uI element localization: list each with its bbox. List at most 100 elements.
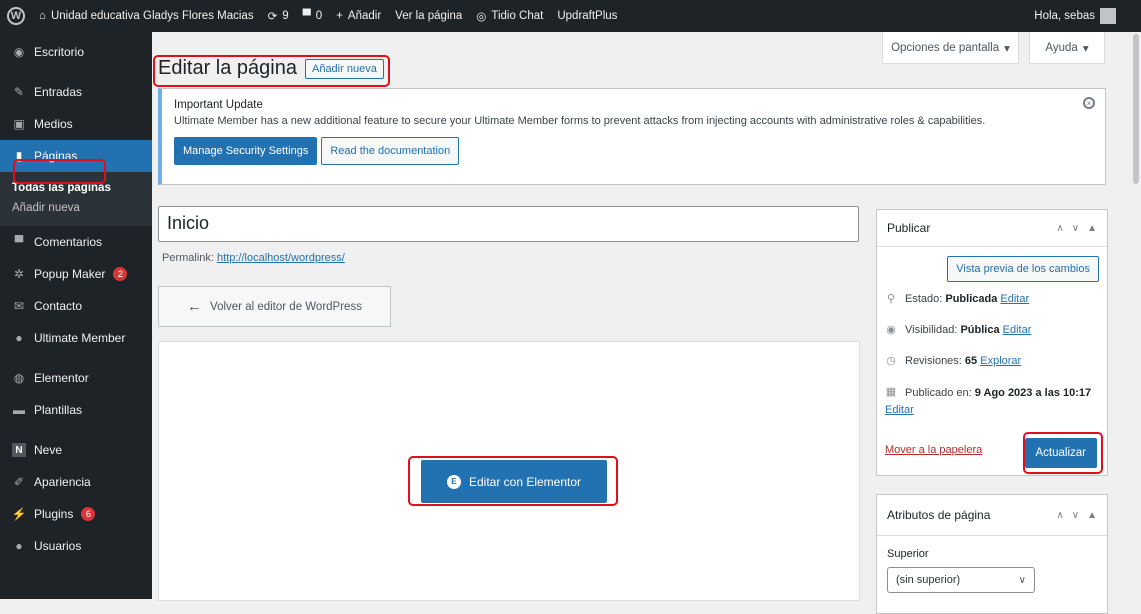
chevron-up-icon[interactable]: ∧ (1056, 510, 1063, 521)
popup-icon: ✲ (13, 267, 25, 281)
users-icon: ● (15, 539, 23, 553)
add-new-menu[interactable]: + Añadir (329, 0, 388, 32)
screen-options-button[interactable]: Opciones de pantalla ▾ (882, 32, 1019, 64)
published-label: Publicado en: (905, 387, 972, 399)
sidebar-item-label: Elementor (34, 371, 89, 385)
media-icon: ▣ (13, 117, 25, 131)
sidebar-item-media[interactable]: ▣ Medios (0, 108, 152, 140)
wp-logo-menu[interactable]: W (0, 0, 32, 32)
calendar-icon: ▦ (885, 386, 897, 398)
sidebar-item-neve[interactable]: N Neve (0, 434, 152, 466)
page-scrollbar[interactable] (1131, 32, 1141, 599)
updraftplus-link[interactable]: UpdraftPlus (550, 0, 624, 32)
add-new-label: Añadir (347, 10, 382, 22)
refresh-icon: ⟳ (267, 11, 278, 23)
plus-icon: + (336, 10, 343, 22)
editor-area: E Editar con Elementor (158, 341, 860, 601)
sidebar-item-ultimate-member[interactable]: ● Ultimate Member (0, 322, 152, 354)
status-value: Publicada (945, 292, 998, 305)
sidebar-item-plugins[interactable]: ⚡ Plugins 6 (0, 498, 152, 530)
triangle-up-icon[interactable]: ▲ (1087, 510, 1097, 521)
edit-visibility-link[interactable]: Editar (1003, 324, 1032, 336)
sidebar-item-label: Popup Maker (34, 267, 106, 281)
screen-options-label: Opciones de pantalla (891, 41, 1000, 54)
site-name-label: Unidad educativa Gladys Flores Macias (50, 10, 254, 22)
dismiss-notice-icon[interactable]: × (1083, 97, 1095, 109)
updates-count: 9 (282, 10, 289, 22)
explore-revisions-link[interactable]: Explorar (980, 355, 1021, 367)
visibility-label: Visibilidad: (905, 323, 958, 336)
permalink-url-link[interactable]: http://localhost/wordpress/ (217, 252, 345, 264)
neve-icon: N (12, 443, 26, 457)
sidebar-item-appearance[interactable]: ✐ Apariencia (0, 466, 152, 498)
update-button[interactable]: Actualizar (1024, 438, 1097, 468)
preview-changes-button[interactable]: Vista previa de los cambios (947, 256, 1099, 282)
edit-with-elementor-button[interactable]: E Editar con Elementor (421, 460, 607, 503)
permalink: Permalink: http://localhost/wordpress/ (162, 252, 345, 264)
admin-sidebar: ◉ Escritorio ✎ Entradas ▣ Medios ▮ Páginas T… (0, 32, 152, 599)
sidebar-item-posts[interactable]: ✎ Entradas (0, 76, 152, 108)
eye-icon: ◉ (886, 324, 896, 336)
publish-box-header[interactable]: Publicar ∧ ∨ ▲ (877, 210, 1107, 247)
clock-icon: ◷ (886, 355, 896, 367)
scrollbar-thumb[interactable] (1133, 34, 1139, 184)
revisions-label: Revisiones: (905, 354, 962, 367)
page-title-row: Editar la página Añadir nueva (158, 57, 384, 80)
sidebar-item-pages[interactable]: ▮ Páginas (0, 140, 152, 172)
tidio-chat-link[interactable]: ◎ Tidio Chat (469, 0, 550, 32)
page-attributes-box: Atributos de página ∧ ∨ ▲ Superior (sin su… (876, 494, 1108, 614)
notice-text: Ultimate Member has a new additional fea… (174, 115, 986, 127)
submenu-add-new[interactable]: Añadir nueva (0, 198, 152, 218)
parent-page-select[interactable]: (sin superior) ∨ (887, 567, 1035, 593)
sidebar-item-label: Entradas (34, 85, 83, 99)
page-title: Editar la página (158, 57, 297, 79)
sidebar-item-elementor[interactable]: ◍ Elementor (0, 362, 152, 394)
page-title-input[interactable]: Inicio (158, 206, 859, 242)
edit-date-link[interactable]: Editar (885, 404, 914, 416)
chevron-down-icon[interactable]: ∨ (1072, 223, 1079, 234)
status-label: Estado: (905, 292, 943, 305)
move-to-trash-link[interactable]: Mover a la papelera (885, 444, 982, 456)
sidebar-item-users[interactable]: ● Usuarios (0, 530, 152, 562)
comments-link[interactable]: ▀ 0 (296, 0, 330, 32)
notice-title: Important Update (174, 99, 263, 111)
chevron-down-icon: ∨ (1018, 574, 1026, 586)
help-button[interactable]: Ayuda ▾ (1029, 32, 1105, 64)
comment-icon: ▀ (302, 10, 311, 22)
sidebar-item-label: Contacto (34, 299, 83, 313)
add-new-page-button[interactable]: Añadir nueva (304, 58, 384, 79)
chevron-up-icon[interactable]: ∧ (1056, 223, 1063, 234)
parent-label: Superior (887, 548, 929, 560)
sidebar-item-comments[interactable]: ▀ Comentarios (0, 226, 152, 258)
sidebar-item-label: Plugins (34, 507, 74, 521)
sidebar-item-label: Escritorio (34, 45, 85, 59)
updraftplus-label: UpdraftPlus (557, 10, 618, 22)
manage-security-settings-button[interactable]: Manage Security Settings (174, 137, 318, 165)
main-content: Opciones de pantalla ▾ Ayuda ▾ Editar la p… (152, 32, 1141, 614)
sidebar-item-label: Plantillas (34, 403, 83, 417)
publish-box: Publicar ∧ ∨ ▲ Vista previa de los cambios… (876, 209, 1108, 476)
important-update-notice: Important Update Ultimate Member has a n… (158, 88, 1106, 185)
sidebar-item-dashboard[interactable]: ◉ Escritorio (0, 36, 152, 68)
view-page-link[interactable]: Ver la página (388, 0, 469, 32)
back-to-wordpress-editor-button[interactable]: ← Volver al editor de WordPress (158, 286, 391, 327)
folder-icon: ▬ (13, 403, 25, 417)
chevron-down-icon[interactable]: ∨ (1072, 510, 1079, 521)
sidebar-item-contact[interactable]: ✉ Contacto (0, 290, 152, 322)
pin-icon: ✎ (13, 85, 25, 99)
sidebar-item-label: Páginas (34, 149, 78, 163)
sidebar-item-popup-maker[interactable]: ✲ Popup Maker 2 (0, 258, 152, 290)
wordpress-icon: W (7, 7, 25, 25)
read-documentation-button[interactable]: Read the documentation (321, 137, 460, 165)
my-account-menu[interactable]: Hola, sebas (1027, 0, 1123, 32)
edit-status-link[interactable]: Editar (1000, 293, 1029, 305)
permalink-label: Permalink: (162, 252, 214, 264)
site-name-link[interactable]: ⌂ Unidad educativa Gladys Flores Macias (32, 0, 261, 32)
updates-link[interactable]: ⟳ 9 (261, 0, 296, 32)
page-attributes-header[interactable]: Atributos de página ∧ ∨ ▲ (877, 495, 1107, 536)
submenu-all-pages[interactable]: Todas las páginas (0, 178, 152, 198)
sidebar-item-templates[interactable]: ▬ Plantillas (0, 394, 152, 426)
triangle-up-icon[interactable]: ▲ (1087, 223, 1097, 234)
plugin-icon: ⚡ (11, 507, 27, 521)
publish-box-title: Publicar (887, 221, 931, 235)
